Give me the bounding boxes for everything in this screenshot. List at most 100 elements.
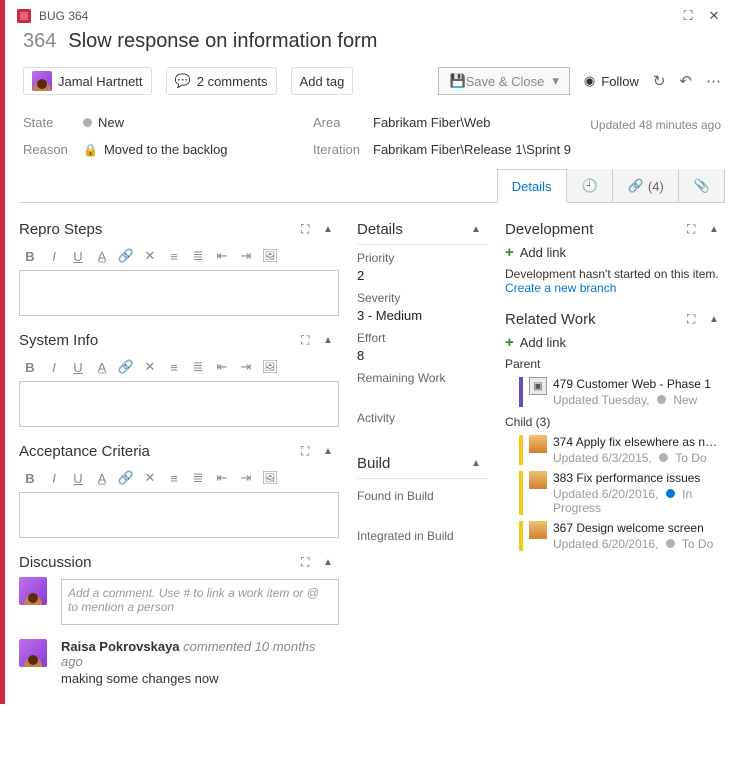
fullscreen-icon[interactable]: ⛶	[687, 222, 703, 237]
bullet-icon[interactable]: ≡	[163, 357, 185, 377]
indent-icon[interactable]: ⇥	[235, 357, 257, 377]
tab-links[interactable]: 🔗(4)	[613, 169, 679, 202]
effort-value[interactable]: 8	[357, 348, 487, 363]
reason-value[interactable]: Moved to the backlog	[104, 142, 228, 157]
italic-icon[interactable]: I	[43, 246, 65, 266]
add-link-related[interactable]: +Add link	[505, 334, 725, 351]
collapse-icon[interactable]: ▲	[323, 446, 339, 457]
link-icon[interactable]: 🔗	[115, 468, 137, 488]
collapse-icon[interactable]: ▲	[709, 224, 725, 235]
clear-icon[interactable]: ✕	[139, 357, 161, 377]
save-close-button[interactable]: 💾 Save & Close ▾	[438, 67, 569, 95]
bold-icon[interactable]: B	[19, 357, 41, 377]
link-icon[interactable]: 🔗	[115, 357, 137, 377]
wi-title: Fix performance issues	[576, 471, 700, 485]
attachment-icon: 📎	[694, 178, 710, 194]
collapse-icon[interactable]: ▲	[323, 557, 339, 568]
bold-icon[interactable]: B	[19, 246, 41, 266]
italic-icon[interactable]: I	[43, 357, 65, 377]
outdent-icon[interactable]: ⇤	[211, 468, 233, 488]
underline-icon[interactable]: U	[67, 246, 89, 266]
fullscreen-icon[interactable]: ⛶	[301, 333, 317, 348]
indent-icon[interactable]: ⇥	[235, 246, 257, 266]
fullscreen-icon[interactable]: ⛶	[301, 222, 317, 237]
found-build-value[interactable]	[357, 506, 487, 521]
bullet-icon[interactable]: ≡	[163, 246, 185, 266]
related-item-child[interactable]: 383 Fix performance issues Updated 6/20/…	[519, 471, 725, 515]
severity-value[interactable]: 3 - Medium	[357, 308, 487, 323]
avatar-icon	[529, 471, 547, 489]
font-icon[interactable]: A̲	[91, 246, 113, 266]
collapse-icon[interactable]: ▲	[323, 224, 339, 235]
chevron-down-icon[interactable]: ▾	[552, 73, 559, 89]
assignee-chip[interactable]: Jamal Hartnett	[23, 67, 152, 95]
outdent-icon[interactable]: ⇤	[211, 357, 233, 377]
number-icon[interactable]: ≣	[187, 357, 209, 377]
save-icon: 💾	[449, 73, 465, 89]
work-item-title[interactable]: Slow response on information form	[68, 30, 377, 53]
remaining-label: Remaining Work	[357, 371, 487, 385]
undo-icon[interactable]: ↶	[679, 72, 692, 90]
bullet-icon[interactable]: ≡	[163, 468, 185, 488]
collapse-icon[interactable]: ▲	[471, 458, 487, 469]
priority-value[interactable]: 2	[357, 268, 487, 283]
plus-icon: +	[505, 334, 514, 351]
image-icon[interactable]: 🖼	[259, 468, 281, 488]
follow-button[interactable]: ◉ Follow	[584, 73, 639, 89]
details-heading: Details	[357, 221, 465, 238]
more-icon[interactable]: ⋯	[706, 72, 721, 90]
activity-value[interactable]	[357, 428, 487, 443]
fullscreen-icon[interactable]: ⛶	[675, 8, 701, 24]
related-item-child[interactable]: 374 Apply fix elsewhere as n… Updated 6/…	[519, 435, 725, 465]
fullscreen-icon[interactable]: ⛶	[687, 312, 703, 327]
repro-steps-input[interactable]	[19, 270, 339, 316]
add-tag-button[interactable]: Add tag	[291, 67, 354, 95]
window-badge: BUG 364	[39, 9, 88, 23]
font-icon[interactable]: A̲	[91, 357, 113, 377]
comments-chip[interactable]: 💬 2 comments	[166, 67, 277, 95]
outdent-icon[interactable]: ⇤	[211, 246, 233, 266]
bold-icon[interactable]: B	[19, 468, 41, 488]
add-link-dev[interactable]: +Add link	[505, 244, 725, 261]
tab-details[interactable]: Details	[497, 169, 567, 203]
state-value[interactable]: New	[98, 115, 124, 130]
underline-icon[interactable]: U	[67, 468, 89, 488]
create-branch-link[interactable]: Create a new branch	[505, 281, 725, 295]
related-item-child[interactable]: 367 Design welcome screen Updated 6/20/2…	[519, 521, 725, 551]
number-icon[interactable]: ≣	[187, 468, 209, 488]
plus-icon: +	[505, 244, 514, 261]
lock-icon: 🔒	[83, 143, 98, 157]
font-icon[interactable]: A̲	[91, 468, 113, 488]
indent-icon[interactable]: ⇥	[235, 468, 257, 488]
activity-label: Activity	[357, 411, 487, 425]
refresh-icon[interactable]: ↻	[653, 72, 666, 90]
collapse-icon[interactable]: ▲	[709, 314, 725, 325]
remaining-value[interactable]	[357, 388, 487, 403]
work-item-id: 364	[23, 30, 56, 53]
clear-icon[interactable]: ✕	[139, 246, 161, 266]
italic-icon[interactable]: I	[43, 468, 65, 488]
avatar-icon	[19, 577, 47, 605]
image-icon[interactable]: 🖼	[259, 246, 281, 266]
state-label: State	[23, 115, 83, 130]
fullscreen-icon[interactable]: ⛶	[301, 444, 317, 459]
related-item-parent[interactable]: ▣ 479 Customer Web - Phase 1 Updated Tue…	[519, 377, 725, 407]
tab-attachments[interactable]: 📎	[679, 169, 725, 202]
type-bar	[519, 521, 523, 551]
image-icon[interactable]: 🖼	[259, 357, 281, 377]
wi-id: 374	[553, 435, 573, 449]
comment-input[interactable]: Add a comment. Use # to link a work item…	[61, 579, 339, 625]
link-icon[interactable]: 🔗	[115, 246, 137, 266]
tab-history[interactable]: 🕘	[567, 169, 613, 202]
acceptance-input[interactable]	[19, 492, 339, 538]
close-icon[interactable]: ✕	[701, 8, 727, 24]
number-icon[interactable]: ≣	[187, 246, 209, 266]
collapse-icon[interactable]: ▲	[471, 224, 487, 235]
underline-icon[interactable]: U	[67, 357, 89, 377]
fullscreen-icon[interactable]: ⛶	[301, 555, 317, 570]
clear-icon[interactable]: ✕	[139, 468, 161, 488]
system-info-input[interactable]	[19, 381, 339, 427]
collapse-icon[interactable]: ▲	[323, 335, 339, 346]
integrated-build-label: Integrated in Build	[357, 529, 487, 543]
iteration-value[interactable]: Fabrikam Fiber\Release 1\Sprint 9	[373, 142, 721, 157]
